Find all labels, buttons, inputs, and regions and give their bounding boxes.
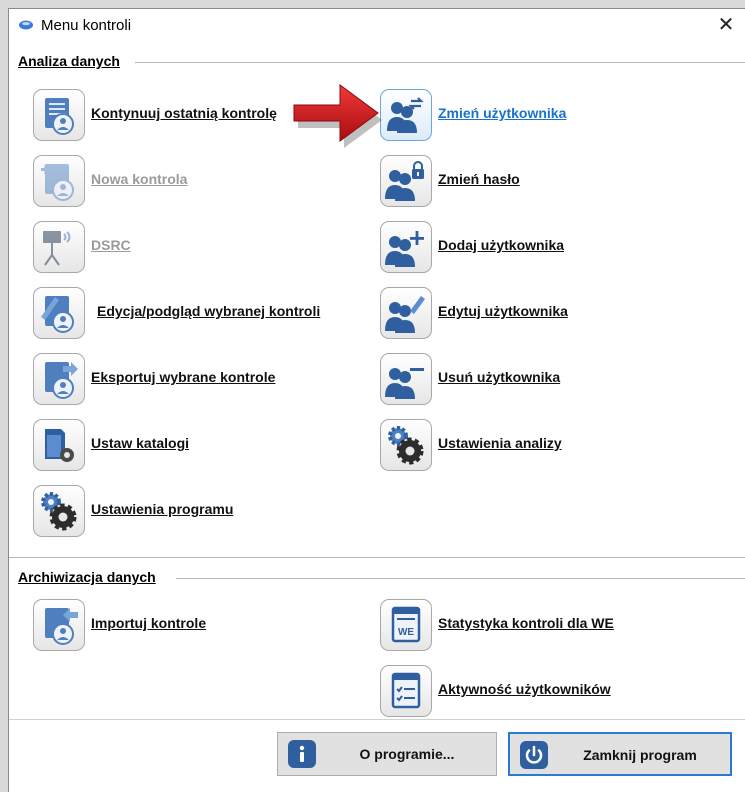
menu-item-label: Usuń użytkownika [438, 369, 561, 385]
export-controls-icon [33, 353, 85, 405]
analysis-settings-icon [380, 419, 432, 471]
group-label-archive: Archiwizacja danych [18, 569, 156, 585]
edit-control-icon [33, 287, 85, 339]
menu-item-import-controls[interactable]: Importuj kontrole [33, 599, 263, 651]
menu-item-label: DSRC [91, 237, 131, 253]
power-icon [520, 741, 548, 769]
switch-user-icon [380, 89, 432, 141]
group-divider [135, 62, 745, 63]
menu-item-label: Edycja/podgląd wybranej kontroli [97, 303, 321, 319]
close-window-button[interactable]: ✕ [713, 13, 739, 37]
continue-control-icon [33, 89, 85, 141]
menu-item-label: Zmień użytkownika [438, 105, 567, 121]
user-activity-icon [380, 665, 432, 717]
section-separator [9, 557, 745, 558]
menu-item-analysis-settings[interactable]: Ustawienia analizy [380, 419, 630, 471]
menu-item-edit-control[interactable]: Edycja/podgląd wybranej kontroli [33, 287, 363, 339]
menu-item-export-controls[interactable]: Eksportuj wybrane kontrole [33, 353, 333, 405]
menu-item-label: Ustawienia analizy [438, 435, 562, 451]
group-divider [176, 578, 745, 579]
change-password-icon [380, 155, 432, 207]
new-control-icon [33, 155, 85, 207]
menu-item-user-activity[interactable]: Aktywność użytkowników [380, 665, 680, 717]
import-controls-icon [33, 599, 85, 651]
menu-item-edit-user[interactable]: Edytuj użytkownika [380, 287, 630, 339]
about-button[interactable]: O programie... [277, 732, 497, 776]
edit-user-icon [380, 287, 432, 339]
menu-item-label: Ustaw katalogi [91, 435, 190, 451]
control-menu-window: Menu kontroli ✕ Analiza danych Kontynuuj… [8, 8, 745, 792]
menu-item-label: Kontynuuj ostatnią kontrolę [91, 105, 277, 121]
remove-user-icon [380, 353, 432, 405]
menu-item-set-folders[interactable]: Ustaw katalogi [33, 419, 253, 471]
app-logo-icon [19, 20, 33, 30]
window-title: Menu kontroli [41, 17, 132, 34]
folder-settings-icon [33, 419, 85, 471]
menu-item-switch-user[interactable]: Zmień użytkownika [380, 89, 630, 141]
menu-item-label: Nowa kontrola [91, 171, 188, 187]
menu-item-we-statistics[interactable]: WE Statystyka kontroli dla WE [380, 599, 680, 651]
menu-item-label: Dodaj użytkownika [438, 237, 565, 253]
menu-item-remove-user[interactable]: Usuń użytkownika [380, 353, 630, 405]
title-bar: Menu kontroli ✕ [9, 9, 745, 42]
menu-item-label: Eksportuj wybrane kontrole [91, 369, 276, 385]
add-user-icon [380, 221, 432, 273]
menu-item-dsrc[interactable]: DSRC [33, 221, 233, 273]
menu-item-new-control[interactable]: Nowa kontrola [33, 155, 273, 207]
dsrc-antenna-icon [33, 221, 85, 273]
menu-item-label: Importuj kontrole [91, 615, 207, 631]
close-program-button[interactable]: Zamknij program [508, 732, 732, 776]
about-button-label: O programie... [359, 746, 455, 762]
menu-item-change-password[interactable]: Zmień hasło [380, 155, 580, 207]
menu-item-label: Aktywność użytkowników [438, 681, 611, 697]
menu-item-label: Statystyka kontroli dla WE [438, 615, 614, 631]
we-statistics-icon: WE [380, 599, 432, 651]
footer-separator [9, 719, 745, 720]
menu-item-label: Ustawienia programu [91, 501, 234, 517]
menu-item-label: Edytuj użytkownika [438, 303, 568, 319]
we-badge-text: WE [398, 627, 414, 638]
menu-item-program-settings[interactable]: Ustawienia programu [33, 485, 293, 537]
menu-item-add-user[interactable]: Dodaj użytkownika [380, 221, 630, 273]
group-label-analysis: Analiza danych [18, 53, 120, 69]
red-arrow-icon [293, 84, 382, 148]
program-settings-icon [33, 485, 85, 537]
menu-item-label: Zmień hasło [438, 171, 520, 187]
info-icon [288, 740, 316, 768]
close-program-button-label: Zamknij program [583, 747, 697, 763]
